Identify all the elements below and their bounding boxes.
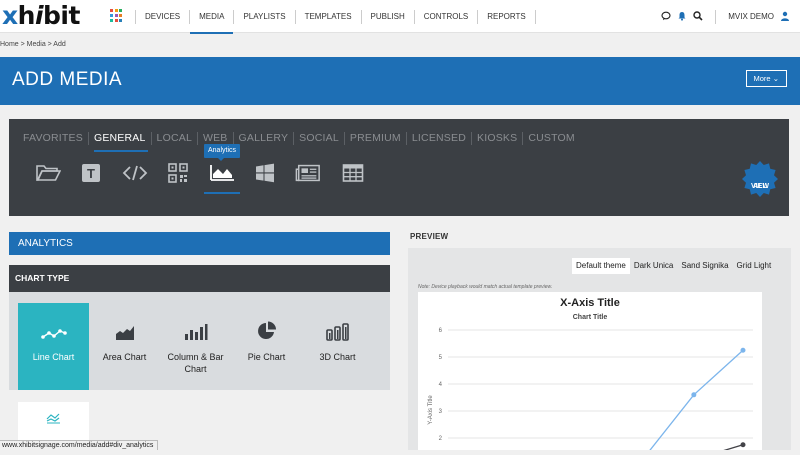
theme-sand-signika[interactable]: Sand Signika	[677, 258, 732, 274]
user-name[interactable]: MVIX DEMO	[728, 12, 774, 21]
status-bar-url: www.xhibitsignage.com/media/add#div_anal…	[0, 440, 159, 450]
nav-playlists[interactable]: PLAYLISTS	[233, 9, 294, 24]
tab-local[interactable]: LOCAL	[150, 131, 197, 145]
tab-licensed[interactable]: LICENSED	[405, 131, 471, 145]
y-tick-label: 2	[439, 436, 443, 442]
breadcrumb[interactable]: Home > Media > Add	[0, 41, 66, 48]
top-right-tools: MVIX DEMO	[661, 0, 790, 33]
chart-preview: X-Axis Title Chart Title Y-Axis Title 2 3…	[418, 292, 762, 455]
more-button[interactable]: More ⌄	[745, 70, 787, 87]
analytics-icon[interactable]	[209, 161, 235, 185]
view-all-line-2: ALL	[753, 183, 767, 190]
line-chart-icon	[18, 303, 89, 343]
chart-option-line[interactable]: Line Chart	[18, 303, 89, 390]
tab-social[interactable]: SOCIAL	[293, 131, 344, 145]
area-chart-icon	[89, 303, 160, 343]
3d-chart-icon	[302, 303, 373, 343]
tab-premium[interactable]: PREMIUM	[343, 131, 406, 145]
y-axis-title: Y-Axis Title	[428, 395, 434, 425]
main-nav: DEVICES MEDIA PLAYLISTS TEMPLATES PUBLIS…	[135, 0, 536, 34]
notification-bell-icon[interactable]	[677, 11, 687, 23]
chart-option-label: Column & Bar Chart	[167, 352, 224, 374]
code-icon[interactable]	[122, 161, 148, 185]
chart-option-3d[interactable]: 3D Chart	[302, 303, 373, 390]
chart-option-area[interactable]: Area Chart	[89, 303, 160, 390]
nav-devices[interactable]: DEVICES	[135, 9, 189, 24]
news-icon[interactable]	[295, 161, 321, 185]
chart-type-header: CHART TYPE	[9, 265, 390, 292]
tab-general[interactable]: GENERAL	[87, 131, 151, 152]
view-all-button[interactable]: VIEW ALL	[742, 161, 778, 197]
svg-text:T: T	[87, 166, 95, 181]
y-tick-label: 3	[439, 409, 443, 415]
tab-web[interactable]: WEB	[196, 131, 233, 145]
line-chart: X-Axis Title Chart Title Y-Axis Title 2 3…	[428, 297, 753, 455]
tab-favorites[interactable]: FAVORITES	[18, 132, 88, 145]
column-chart-icon	[160, 303, 231, 343]
y-tick-label: 6	[439, 328, 443, 334]
theme-dark-unica[interactable]: Dark Unica	[630, 258, 678, 274]
theme-default[interactable]: Default theme	[572, 258, 630, 274]
chevron-down-icon: ⌄	[772, 74, 779, 83]
nav-templates[interactable]: TEMPLATES	[294, 9, 361, 24]
page-header: ADD MEDIA More ⌄	[0, 57, 800, 105]
chart-option-column-bar[interactable]: Column & Bar Chart	[160, 303, 231, 390]
folder-icon[interactable]	[35, 161, 61, 185]
y-tick-label: 5	[439, 355, 443, 361]
data-point[interactable]	[691, 392, 697, 398]
chart-option-label: Pie Chart	[247, 352, 286, 362]
media-tabs: FAVORITES GENERAL LOCAL WEB GALLERY SOCI…	[18, 131, 580, 152]
xhibit-logo[interactable]: xhibit	[2, 0, 80, 31]
apps-grid-icon[interactable]	[110, 9, 123, 22]
table-icon[interactable]	[340, 161, 366, 185]
chart-option-pie[interactable]: Pie Chart	[231, 303, 302, 390]
combo-chart-icon	[46, 413, 60, 424]
theme-grid-light[interactable]: Grid Light	[733, 258, 776, 274]
theme-selector: Default theme Dark Unica Sand Signika Gr…	[572, 258, 775, 274]
tab-gallery[interactable]: GALLERY	[232, 131, 294, 145]
chart-title: X-Axis Title	[560, 297, 620, 309]
nav-media[interactable]: MEDIA	[189, 9, 234, 34]
analytics-active-indicator	[204, 192, 240, 194]
nav-publish[interactable]: PUBLISH	[360, 9, 414, 24]
divider	[715, 9, 717, 24]
preview-label: PREVIEW	[410, 232, 449, 241]
chart-subtitle: Chart Title	[573, 314, 608, 321]
nav-reports[interactable]: REPORTS	[477, 9, 536, 24]
page-title: ADD MEDIA	[12, 69, 123, 90]
chart-option-label: Line Chart	[32, 352, 75, 362]
search-icon[interactable]	[693, 10, 703, 23]
series-line	[645, 349, 744, 455]
preview-note: Note: Device playback would match actual…	[418, 284, 553, 290]
chat-icon[interactable]	[661, 11, 671, 23]
windows-icon[interactable]	[252, 161, 278, 185]
chart-option-label: 3D Chart	[319, 352, 356, 362]
chart-option-label: Area Chart	[102, 352, 147, 362]
pie-chart-icon	[231, 303, 302, 343]
data-point[interactable]	[740, 442, 746, 448]
top-navigation-bar: xhibit DEVICES MEDIA PLAYLISTS TEMPLATES…	[0, 0, 800, 34]
qr-code-icon[interactable]	[165, 161, 191, 185]
data-point[interactable]	[740, 347, 746, 353]
analytics-tooltip: Analytics	[204, 144, 241, 161]
y-tick-label: 4	[439, 382, 443, 388]
series-line	[706, 444, 744, 455]
user-icon[interactable]	[780, 11, 790, 23]
tab-kiosks[interactable]: KIOSKS	[471, 131, 522, 145]
tab-custom[interactable]: CUSTOM	[522, 131, 580, 145]
analytics-section-header: ANALYTICS	[9, 232, 390, 255]
more-button-label: More	[753, 74, 771, 83]
text-icon[interactable]: T	[78, 161, 104, 185]
nav-controls[interactable]: CONTROLS	[413, 9, 477, 24]
